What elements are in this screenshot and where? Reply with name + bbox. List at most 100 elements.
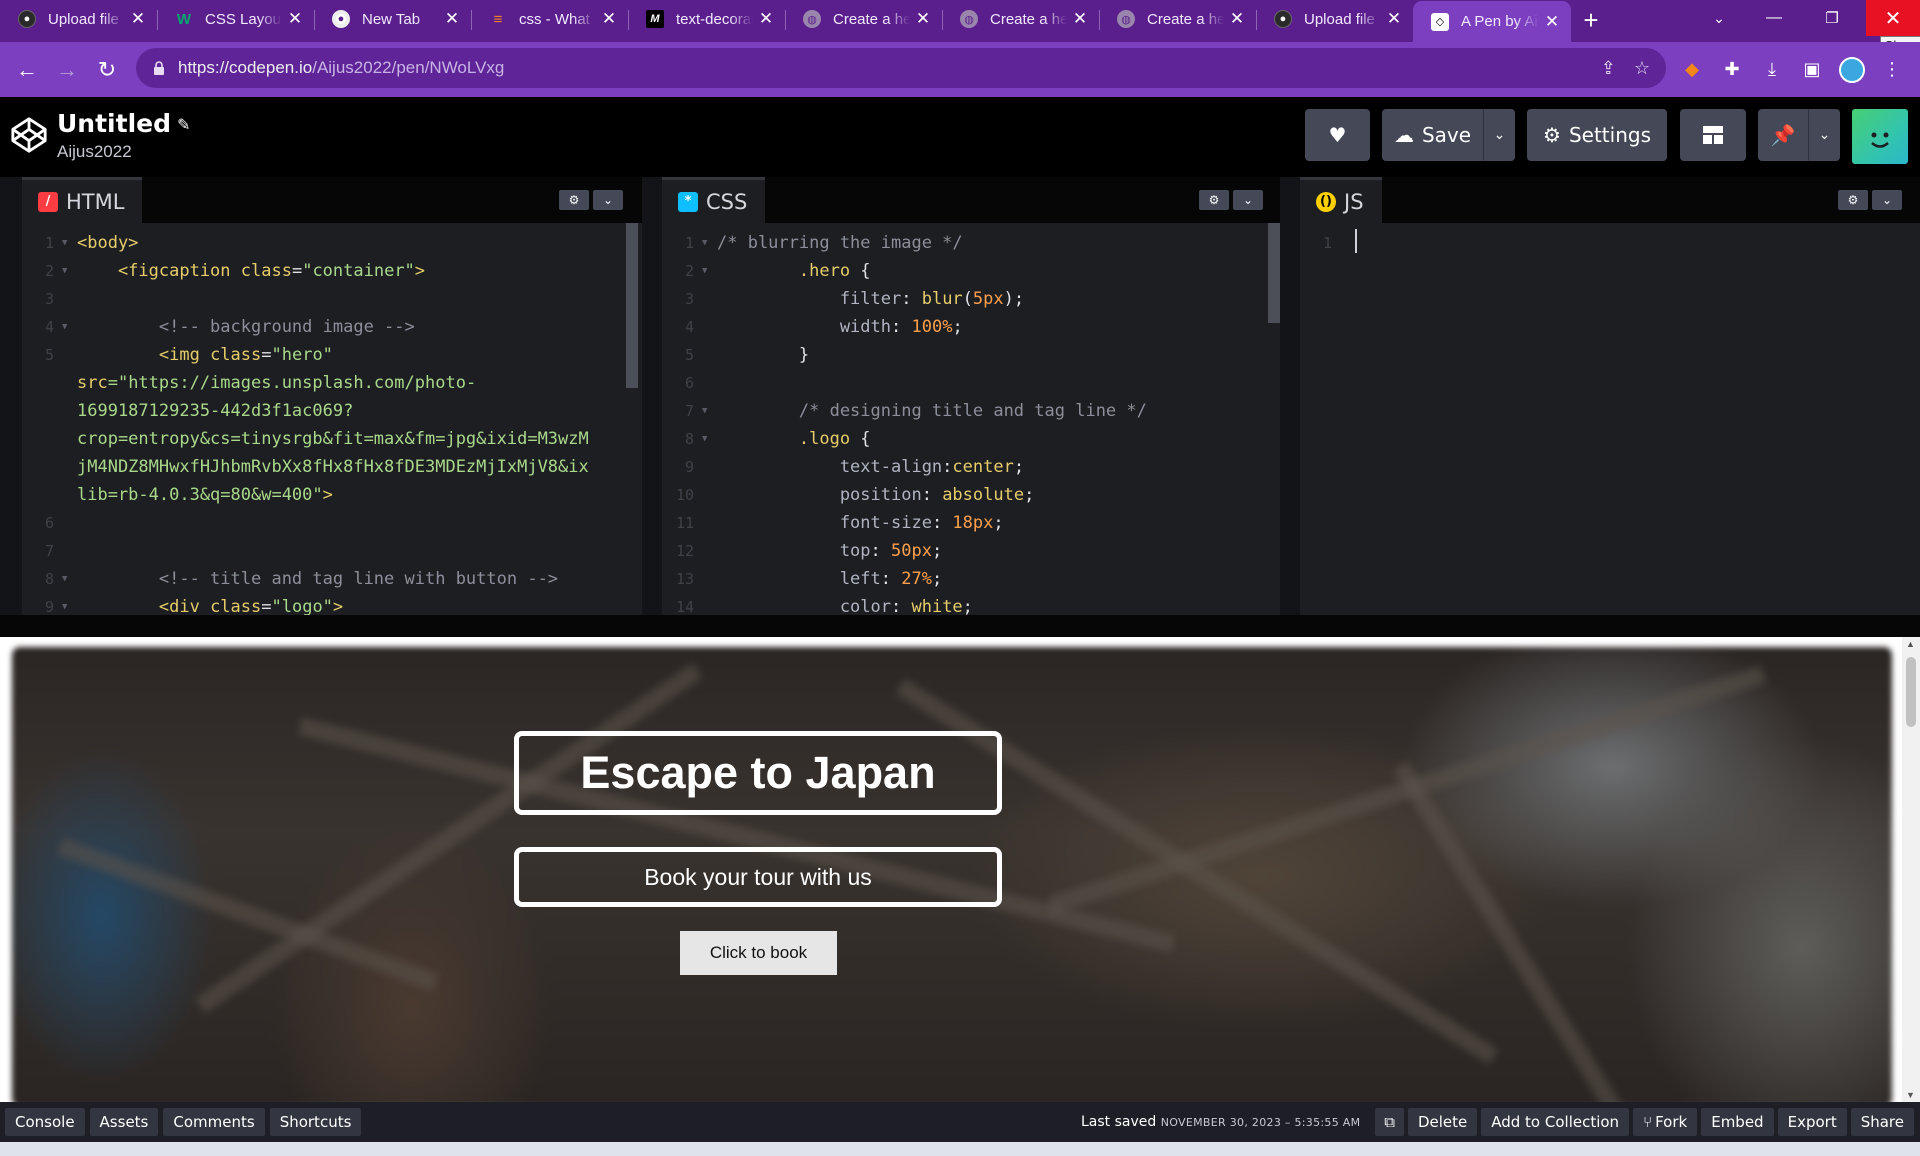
browser-tab[interactable]: ◍ Create a hero ✕ [1099,1,1256,37]
save-dropdown-button[interactable]: ⌄ [1483,109,1515,161]
browser-tab[interactable]: ◍ Create a hero ✕ [942,1,1099,37]
pin-button[interactable]: 📌 [1758,109,1808,161]
pen-username[interactable]: Aijus2022 [57,142,132,162]
fold-arrow-icon[interactable]: ▼ [62,593,67,615]
fold-arrow-icon[interactable]: ▼ [702,257,707,285]
codepen-logo-icon[interactable] [10,116,48,154]
css-collapse-chevron-icon[interactable]: ⌄ [1233,190,1263,210]
close-tab-icon[interactable]: ✕ [757,9,775,29]
browser-tab[interactable]: M text-decoration ✕ [628,1,785,37]
w3schools-icon: W [176,10,192,28]
tab-search-chevron-icon[interactable]: ⌄ [1700,0,1738,36]
css-language-icon: * [678,191,698,212]
browser-tab[interactable]: ● Upload file ✕ [0,1,157,37]
delete-button[interactable]: Delete [1407,1108,1478,1136]
close-tab-icon[interactable]: ✕ [443,9,461,29]
css-settings-gear-icon[interactable]: ⚙ [1199,190,1229,210]
close-tab-icon[interactable]: ✕ [600,9,618,29]
console-button[interactable]: Console [5,1108,85,1136]
fold-arrow-icon[interactable]: ▼ [702,425,707,453]
restore-icon[interactable]: ❐ [1810,0,1854,36]
line-number: 12 [675,542,694,560]
back-arrow-icon[interactable]: ← [7,50,47,90]
comments-button[interactable]: Comments [163,1108,265,1136]
close-tab-icon[interactable]: ✕ [1543,12,1561,32]
fold-arrow-icon[interactable]: ▼ [62,257,67,285]
browser-toolbar: ← → ↻ https://codepen.io/Aijus2022/pen/N… [0,42,1920,97]
settings-button[interactable]: ⚙ Settings [1527,109,1667,161]
browser-tab[interactable]: ≡ css - What ✕ [471,1,628,37]
love-button[interactable]: ♥ [1305,109,1370,161]
tab-label: A Pen by Aijus2022 [1461,13,1539,30]
address-bar[interactable]: https://codepen.io/Aijus2022/pen/NWoLVxg… [136,48,1666,88]
js-settings-gear-icon[interactable]: ⚙ [1838,190,1868,210]
js-language-icon: () [1316,191,1336,212]
user-avatar[interactable] [1852,109,1908,164]
fold-arrow-icon[interactable]: ▼ [62,565,67,593]
share-button[interactable]: Share [1850,1108,1914,1136]
close-tab-icon[interactable]: ✕ [1071,9,1089,29]
fold-arrow-icon[interactable]: ▼ [62,229,67,257]
window-close-icon[interactable]: ✕ [1866,0,1920,36]
click-to-book-button[interactable]: Click to book [680,931,837,975]
forward-arrow-icon[interactable]: → [47,50,87,90]
pen-title[interactable]: Untitled ✎ [57,109,190,138]
close-tab-icon[interactable]: ✕ [129,9,147,29]
css-code[interactable]: 1 ▼ 2 ▼ 3 4 5 6 7 ▼ 8 ▼ 9 10 11 12 13 14 /* … [640,223,1280,615]
add-to-collection-button[interactable]: Add to Collection [1481,1108,1630,1136]
open-external-icon[interactable]: ⧉ [1375,1108,1404,1136]
browser-tab[interactable]: W CSS Layout ✕ [157,1,314,37]
scroll-down-arrow-icon[interactable]: ▼ [1906,1090,1915,1100]
edit-pencil-icon[interactable]: ✎ [177,115,190,134]
browser-tab-active[interactable]: ◇ A Pen by Aijus2022 ✕ [1413,1,1571,42]
preview-scroll-thumb[interactable] [1906,657,1916,727]
fork-button[interactable]: ⑂ Fork [1633,1108,1698,1136]
js-code[interactable]: 1 [1278,223,1920,615]
scroll-up-arrow-icon[interactable]: ▲ [1906,639,1915,649]
line-number: 1 [1322,234,1332,252]
fold-arrow-icon[interactable]: ▼ [62,313,67,341]
html-editor-scrollbar[interactable] [626,223,638,388]
css-editor-label: CSS [706,189,748,214]
browser-tab[interactable]: ◍ Create a hero ✕ [785,1,942,37]
embed-button[interactable]: Embed [1701,1108,1774,1136]
js-collapse-chevron-icon[interactable]: ⌄ [1872,190,1902,210]
close-tab-icon[interactable]: ✕ [1228,9,1246,29]
fold-arrow-icon[interactable]: ▼ [702,397,707,425]
share-icon[interactable]: ⇪ [1601,58,1616,79]
close-tab-icon[interactable]: ✕ [914,9,932,29]
chrome-menu-icon[interactable]: ⋮ [1872,50,1912,90]
close-tab-icon[interactable]: ✕ [286,9,304,29]
preview-scrollbar[interactable]: ▲ ▼ [1902,637,1920,1102]
save-button[interactable]: ☁ Save [1382,109,1483,161]
close-tab-icon[interactable]: ✕ [1385,9,1403,29]
minimize-icon[interactable]: — [1752,0,1796,36]
metamask-icon[interactable]: ◆ [1672,50,1712,90]
tab-label: New Tab [362,10,421,28]
pin-dropdown-button[interactable]: ⌄ [1808,109,1840,161]
change-view-button[interactable] [1680,109,1746,161]
code-line: width: 100%; [717,317,963,337]
html-settings-gear-icon[interactable]: ⚙ [559,190,589,210]
html-editor-tab[interactable]: / HTML [22,177,143,223]
html-collapse-chevron-icon[interactable]: ⌄ [593,190,623,210]
extensions-puzzle-icon[interactable]: ✚ [1712,50,1752,90]
editor-preview-resizer[interactable] [0,615,1920,637]
browser-tab[interactable]: ● Upload file ✕ [1256,1,1413,37]
shortcuts-button[interactable]: Shortcuts [269,1108,362,1136]
browser-tab[interactable]: ● New Tab ✕ [314,1,471,37]
fold-arrow-icon[interactable]: ▼ [702,229,707,257]
side-panel-icon[interactable]: ▣ [1792,50,1832,90]
browser-tab-strip: ● Upload file ✕ W CSS Layout ✕ ● New Tab… [0,0,1920,42]
new-tab-plus-icon[interactable]: + [1571,2,1611,38]
profile-avatar-icon[interactable] [1832,50,1872,90]
js-editor-tab[interactable]: () JS [1300,177,1382,223]
download-icon[interactable]: ⤓ [1752,50,1792,90]
bookmark-star-icon[interactable]: ☆ [1634,58,1650,79]
code-line: filter: blur(5px); [717,289,1025,309]
css-editor-tab[interactable]: * CSS [662,177,766,223]
html-code[interactable]: 1 ▼ 2 ▼ 3 4 ▼ 5 6 7 8 ▼ 9 ▼ <body> <figcaptio… [0,223,642,615]
reload-icon[interactable]: ↻ [87,50,127,90]
assets-button[interactable]: Assets [89,1108,159,1136]
export-button[interactable]: Export [1777,1108,1847,1136]
